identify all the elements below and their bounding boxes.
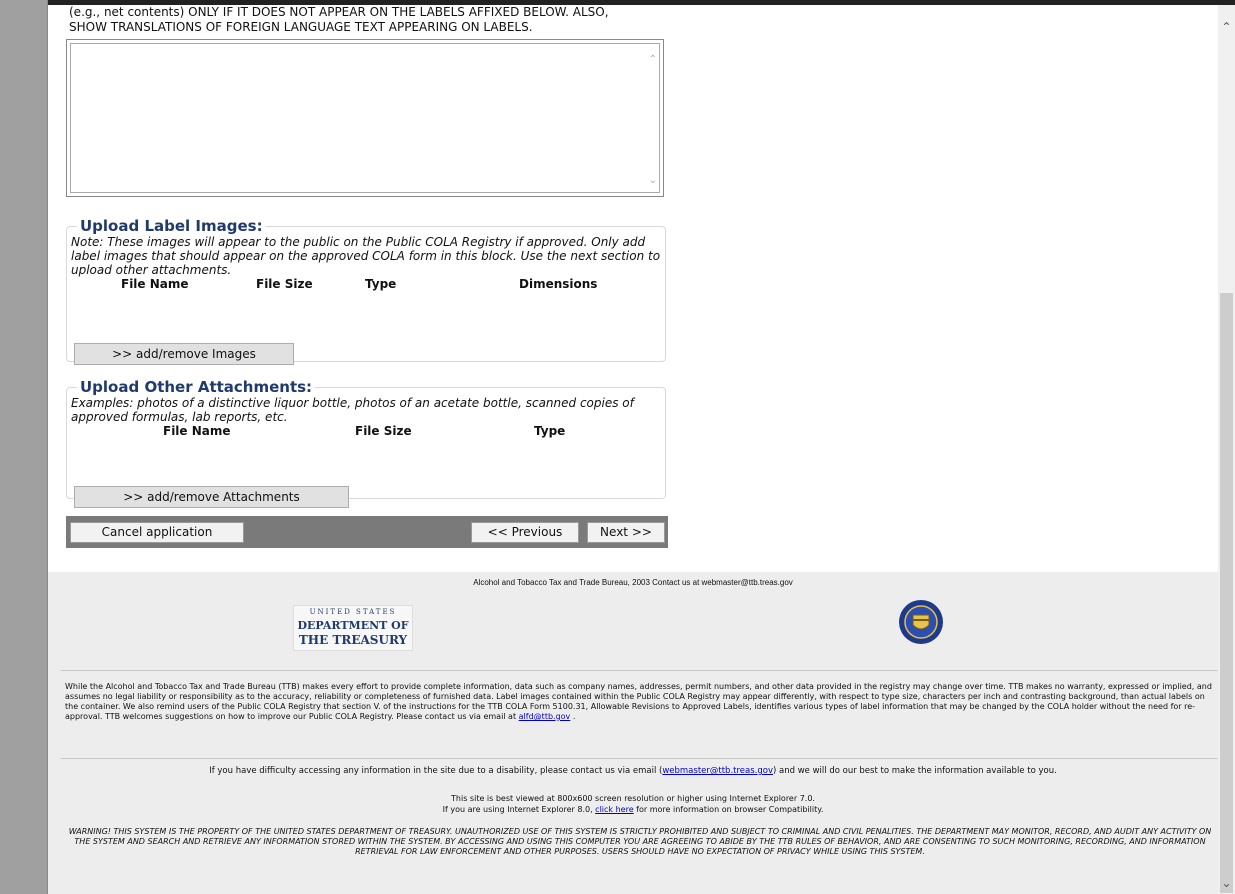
upload-label-images-title: Upload Label Images:: [80, 217, 263, 235]
instructions-line-1: (e.g., net contents) ONLY IF IT DOES NOT…: [69, 5, 609, 19]
browser-line-1: This site is best viewed at 800x600 scre…: [451, 794, 815, 803]
upload-label-images-section: Upload Label Images: Note: These images …: [66, 217, 666, 365]
alfd-email-link[interactable]: alfd@ttb.gov: [519, 712, 571, 721]
upload-label-images-note: Note: These images will appear to the pu…: [71, 235, 661, 277]
col-file-size: File Size: [256, 277, 313, 291]
browser-text-pre: If you are using Internet Explorer 8.0,: [442, 805, 596, 814]
logo-treasury: THE TREASURY: [298, 633, 408, 647]
col-file-name: File Name: [163, 424, 231, 438]
add-remove-images-button[interactable]: >> add/remove Images: [74, 343, 294, 365]
treasury-logo[interactable]: UNITED STATES DEPARTMENT OF THE TREASURY: [293, 605, 413, 651]
add-remove-attachments-button[interactable]: >> add/remove Attachments: [74, 486, 349, 508]
ttb-seal-icon: [899, 600, 943, 644]
col-file-size: File Size: [355, 424, 412, 438]
textarea-scroll-down-icon[interactable]: ⌄: [649, 175, 657, 186]
disclaimer-end: .: [570, 712, 576, 721]
label-text-section: (e.g., net contents) ONLY IF IT DOES NOT…: [66, 5, 668, 197]
previous-button[interactable]: << Previous: [471, 522, 579, 543]
accessibility-notice: If you have difficulty accessing any inf…: [48, 766, 1218, 776]
footer-contact: Alcohol and Tobacco Tax and Trade Bureau…: [473, 578, 793, 587]
access-text-pre: If you have difficulty accessing any inf…: [209, 766, 663, 776]
upload-other-attachments-note: Examples: photos of a distinctive liquor…: [71, 396, 634, 424]
footer-divider-1: [61, 670, 1218, 671]
upload-other-attachments-title: Upload Other Attachments:: [80, 378, 313, 396]
registry-disclaimer: While the Alcohol and Tobacco Tax and Tr…: [65, 682, 1215, 722]
scroll-down-icon[interactable]: ⌄: [1218, 875, 1235, 892]
scrollbar-thumb[interactable]: [1220, 293, 1233, 893]
wizard-nav-bar: Cancel application << Previous Next >>: [66, 516, 668, 548]
instructions-line-2: SHOW TRANSLATIONS OF FOREIGN LANGUAGE TE…: [69, 20, 533, 34]
next-button[interactable]: Next >>: [587, 522, 665, 543]
browser-notice: This site is best viewed at 800x600 scre…: [48, 793, 1218, 815]
page-scrollbar[interactable]: ⌃ ⌄: [1218, 5, 1235, 894]
col-type: Type: [534, 424, 566, 438]
col-file-name: File Name: [121, 277, 189, 291]
browser-text-post: for more information on browser Compatib…: [633, 805, 824, 814]
attachments-header: File Name File Size Type: [71, 424, 661, 440]
upload-other-attachments-section: Upload Other Attachments: Examples: phot…: [66, 378, 666, 508]
cancel-application-button[interactable]: Cancel application: [70, 522, 244, 543]
browser-line-2: If you are using Internet Explorer 8.0, …: [48, 804, 1218, 815]
left-gutter: [0, 0, 48, 894]
col-type: Type: [365, 277, 397, 291]
disclaimer-text: While the Alcohol and Tobacco Tax and Tr…: [65, 682, 1212, 721]
textarea-scroll-up-icon[interactable]: ⌃: [649, 54, 657, 65]
col-dimensions: Dimensions: [519, 277, 598, 291]
scroll-up-icon[interactable]: ⌃: [1218, 19, 1235, 36]
page-frame: (e.g., net contents) ONLY IF IT DOES NOT…: [0, 0, 1235, 894]
webmaster-email-link[interactable]: webmaster@ttb.treas.gov: [662, 766, 773, 776]
system-warning: WARNING! THIS SYSTEM IS THE PROPERTY OF …: [68, 827, 1212, 856]
label-text-area-frame: ⌃ ⌄: [66, 39, 664, 197]
footer-divider-2: [61, 758, 1218, 759]
page-footer: Alcohol and Tobacco Tax and Trade Bureau…: [48, 572, 1218, 894]
logo-united-states: UNITED STATES: [309, 608, 397, 616]
label-images-header: File Name File Size Type Dimensions: [71, 277, 661, 293]
click-here-link[interactable]: click here: [595, 805, 633, 814]
access-text-post: ) and we will do our best to make the in…: [772, 766, 1057, 776]
logo-department: DEPARTMENT OF: [297, 619, 409, 632]
label-text-area[interactable]: ⌃ ⌄: [70, 43, 660, 193]
